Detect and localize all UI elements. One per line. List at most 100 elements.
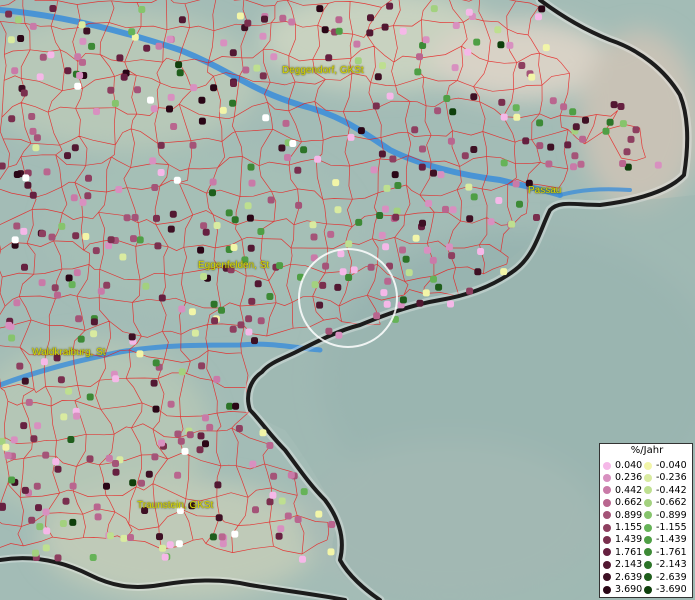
- measurement-point[interactable]: [79, 37, 87, 45]
- measurement-point[interactable]: [138, 479, 145, 487]
- measurement-point[interactable]: [17, 35, 25, 42]
- measurement-point[interactable]: [495, 197, 503, 204]
- measurement-point[interactable]: [112, 460, 119, 467]
- measurement-point[interactable]: [542, 44, 550, 52]
- measurement-point[interactable]: [275, 532, 283, 540]
- measurement-point[interactable]: [300, 488, 308, 496]
- measurement-point[interactable]: [278, 144, 286, 152]
- measurement-point[interactable]: [474, 268, 482, 276]
- measurement-point[interactable]: [230, 244, 238, 251]
- measurement-point[interactable]: [198, 96, 206, 104]
- measurement-point[interactable]: [461, 152, 469, 160]
- measurement-point[interactable]: [378, 231, 386, 239]
- measurement-point[interactable]: [345, 240, 353, 248]
- measurement-point[interactable]: [494, 26, 502, 34]
- measurement-point[interactable]: [24, 181, 32, 189]
- measurement-point[interactable]: [654, 161, 662, 169]
- measurement-point[interactable]: [248, 179, 256, 187]
- measurement-point[interactable]: [52, 458, 60, 466]
- measurement-point[interactable]: [175, 540, 183, 548]
- measurement-point[interactable]: [422, 289, 430, 297]
- measurement-point[interactable]: [210, 84, 218, 92]
- measurement-point[interactable]: [97, 287, 105, 295]
- measurement-point[interactable]: [106, 532, 114, 540]
- measurement-point[interactable]: [289, 140, 297, 147]
- measurement-point[interactable]: [288, 18, 296, 26]
- measurement-point[interactable]: [321, 26, 329, 34]
- measurement-point[interactable]: [237, 321, 245, 329]
- measurement-point[interactable]: [522, 137, 530, 145]
- measurement-point[interactable]: [58, 222, 66, 230]
- measurement-point[interactable]: [389, 155, 397, 163]
- measurement-point[interactable]: [434, 107, 442, 115]
- measurement-point[interactable]: [500, 268, 508, 276]
- measurement-point[interactable]: [8, 115, 16, 123]
- measurement-point[interactable]: [266, 442, 274, 449]
- measurement-point[interactable]: [152, 359, 160, 367]
- measurement-point[interactable]: [43, 527, 51, 535]
- measurement-point[interactable]: [68, 281, 76, 289]
- measurement-point[interactable]: [579, 135, 587, 143]
- measurement-point[interactable]: [220, 39, 228, 47]
- measurement-point[interactable]: [327, 548, 335, 556]
- measurement-point[interactable]: [477, 248, 485, 255]
- measurement-point[interactable]: [39, 230, 46, 238]
- measurement-point[interactable]: [248, 297, 256, 305]
- measurement-point[interactable]: [21, 263, 28, 271]
- measurement-point[interactable]: [200, 222, 208, 230]
- measurement-point[interactable]: [617, 103, 625, 110]
- measurement-point[interactable]: [85, 174, 92, 182]
- measurement-point[interactable]: [627, 135, 635, 143]
- measurement-point[interactable]: [244, 202, 252, 210]
- measurement-point[interactable]: [69, 482, 77, 490]
- measurement-point[interactable]: [231, 216, 239, 224]
- measurement-point[interactable]: [149, 157, 157, 165]
- measurement-point[interactable]: [47, 51, 55, 59]
- measurement-point[interactable]: [623, 148, 631, 156]
- measurement-point[interactable]: [188, 308, 196, 316]
- measurement-point[interactable]: [632, 126, 640, 134]
- measurement-point[interactable]: [545, 160, 553, 168]
- measurement-point[interactable]: [245, 328, 253, 336]
- measurement-point[interactable]: [619, 160, 627, 167]
- measurement-point[interactable]: [284, 154, 291, 161]
- measurement-point[interactable]: [322, 262, 330, 270]
- measurement-point[interactable]: [391, 171, 399, 179]
- measurement-point[interactable]: [416, 299, 424, 307]
- measurement-point[interactable]: [399, 27, 407, 35]
- measurement-point[interactable]: [11, 67, 19, 75]
- measurement-point[interactable]: [570, 163, 577, 171]
- measurement-point[interactable]: [218, 306, 225, 314]
- measurement-point[interactable]: [549, 97, 557, 105]
- measurement-point[interactable]: [211, 317, 219, 325]
- measurement-point[interactable]: [419, 219, 426, 227]
- measurement-point[interactable]: [34, 422, 42, 430]
- measurement-point[interactable]: [161, 553, 169, 561]
- measurement-point[interactable]: [399, 296, 407, 304]
- measurement-point[interactable]: [449, 108, 457, 116]
- measurement-point[interactable]: [487, 218, 495, 226]
- measurement-point[interactable]: [536, 119, 544, 127]
- measurement-point[interactable]: [372, 102, 380, 110]
- measurement-point[interactable]: [516, 200, 523, 208]
- measurement-point[interactable]: [257, 228, 265, 235]
- measurement-point[interactable]: [190, 84, 198, 92]
- measurement-point[interactable]: [74, 82, 82, 90]
- measurement-point[interactable]: [189, 141, 197, 149]
- measurement-point[interactable]: [245, 315, 253, 323]
- measurement-point[interactable]: [465, 8, 473, 16]
- measurement-point[interactable]: [229, 99, 237, 107]
- measurement-point[interactable]: [127, 534, 134, 541]
- measurement-point[interactable]: [130, 235, 137, 243]
- measurement-point[interactable]: [200, 273, 208, 280]
- measurement-point[interactable]: [105, 454, 113, 462]
- measurement-point[interactable]: [448, 252, 456, 260]
- measurement-point[interactable]: [166, 105, 173, 113]
- measurement-point[interactable]: [284, 512, 292, 520]
- measurement-point[interactable]: [470, 146, 478, 153]
- measurement-point[interactable]: [116, 54, 124, 62]
- measurement-point[interactable]: [357, 127, 365, 135]
- measurement-point[interactable]: [386, 92, 394, 100]
- measurement-point[interactable]: [142, 282, 150, 290]
- measurement-point[interactable]: [470, 93, 478, 101]
